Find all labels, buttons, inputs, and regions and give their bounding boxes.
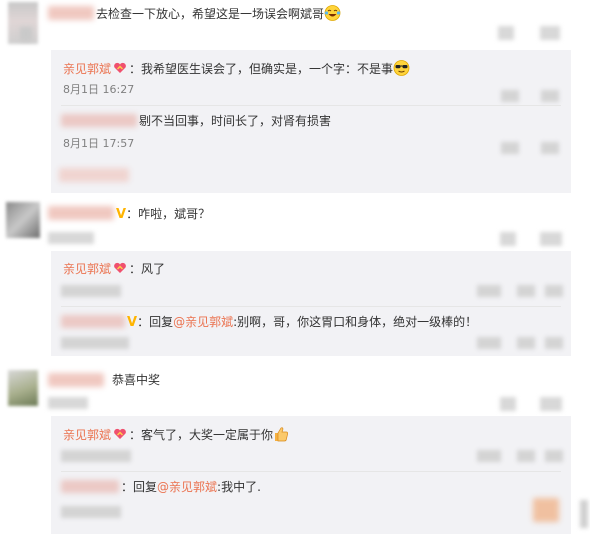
- blurred-placeholder: [541, 142, 559, 154]
- reply-text: 亲见郭斌 ：客气了，大奖一定属于你: [63, 426, 289, 443]
- blurred-placeholder: [580, 500, 588, 528]
- blurred-placeholder: [540, 232, 562, 246]
- reply-panel: 亲见郭斌 ：风了 V：回复@亲见郭斌:别啊，哥，你这胃口和身体，绝对一级棒的！: [51, 251, 571, 356]
- reply-author[interactable]: 亲见郭斌: [63, 62, 111, 76]
- blurred-placeholder: [48, 232, 94, 244]
- reply-author[interactable]: 亲见郭斌: [63, 428, 111, 442]
- blurred-placeholder: [545, 337, 563, 349]
- reply-body: ：风了: [129, 262, 166, 276]
- laughing-emoji-icon: [324, 5, 341, 21]
- blurred-placeholder: [545, 285, 563, 297]
- comment-body: 去检查一下放心，希望这是一场误会啊斌哥: [96, 7, 325, 21]
- blurred-placeholder: [61, 337, 129, 349]
- divider: [61, 306, 561, 307]
- username[interactable]: [48, 206, 114, 220]
- blurred-placeholder: [541, 90, 559, 102]
- username[interactable]: [48, 373, 104, 387]
- reply-body: ：我希望医生误会了，但确实是，一个字：不是事: [129, 62, 394, 76]
- blurred-placeholder: [517, 285, 535, 297]
- mention-link[interactable]: @亲见郭斌: [157, 480, 217, 494]
- reply-body: ：回复: [137, 315, 174, 329]
- blurred-placeholder: [20, 27, 32, 41]
- username[interactable]: [61, 480, 119, 493]
- reply-body-after: :我中了.: [217, 480, 261, 494]
- blurred-placeholder: [48, 397, 88, 409]
- heart-badge-icon: [114, 428, 126, 439]
- reply-panel: 亲见郭斌 ：客气了，大奖一定属于你 ：回复@亲见郭斌:我中了.: [51, 416, 571, 534]
- reply-body: 剔不当回事，时间长了，对肾有损害: [139, 114, 332, 128]
- divider: [61, 105, 561, 106]
- blurred-placeholder: [540, 26, 560, 40]
- blurred-placeholder: [61, 450, 131, 462]
- avatar[interactable]: [6, 202, 40, 238]
- heart-badge-icon: [114, 262, 126, 273]
- divider: [61, 471, 561, 472]
- reply-text: 亲见郭斌 ：我希望医生误会了，但确实是，一个字：不是事: [63, 60, 410, 77]
- reply-text: 剔不当回事，时间长了，对肾有损害: [139, 113, 331, 129]
- username[interactable]: [61, 315, 125, 328]
- blurred-placeholder: [501, 90, 519, 102]
- reply-text: ：回复@亲见郭斌:我中了.: [121, 479, 261, 495]
- reply-body: ：回复: [121, 480, 158, 494]
- reply-author[interactable]: 亲见郭斌: [63, 262, 111, 276]
- comment-body: 恭喜中奖: [112, 373, 161, 387]
- avatar[interactable]: [8, 370, 38, 406]
- reply-time: 8月1日 16:27: [63, 83, 135, 96]
- verified-v-icon: V: [116, 207, 127, 222]
- blurred-placeholder: [59, 168, 129, 182]
- comment-text: 去检查一下放心，希望这是一场误会啊斌哥: [96, 5, 341, 22]
- comment-text: 恭喜中奖: [112, 372, 160, 388]
- reply-time: 8月1日 17:57: [63, 137, 135, 150]
- verified-v-icon: V: [127, 315, 138, 330]
- blurred-placeholder: [533, 498, 559, 522]
- blurred-placeholder: [61, 506, 121, 518]
- blurred-placeholder: [517, 337, 535, 349]
- blurred-placeholder: [61, 285, 121, 297]
- reply-body: ：客气了，大奖一定属于你: [129, 428, 274, 442]
- blurred-placeholder: [477, 285, 501, 297]
- comment-text: V：咋啦，斌哥？: [116, 206, 210, 223]
- thumbs-up-emoji-icon: [275, 427, 289, 442]
- reply-text: V：回复@亲见郭斌:别啊，哥，你这胃口和身体，绝对一级棒的！: [127, 314, 477, 331]
- heart-badge-icon: [114, 62, 126, 73]
- blurred-placeholder: [500, 397, 516, 411]
- reply-body-after: :别啊，哥，你这胃口和身体，绝对一级棒的！: [233, 315, 478, 329]
- blurred-placeholder: [477, 450, 501, 462]
- blurred-placeholder: [501, 142, 519, 154]
- username[interactable]: [61, 114, 137, 127]
- sunglasses-emoji-icon: [393, 60, 410, 76]
- reply-panel: 亲见郭斌 ：我希望医生误会了，但确实是，一个字：不是事 8月1日 16:27 剔不…: [51, 50, 571, 193]
- blurred-placeholder: [540, 397, 562, 411]
- username[interactable]: [48, 6, 94, 20]
- blurred-placeholder: [500, 232, 516, 246]
- comment-body: ：咋啦，斌哥？: [126, 207, 211, 221]
- blurred-placeholder: [517, 450, 535, 462]
- blurred-placeholder: [498, 26, 514, 40]
- blurred-placeholder: [545, 450, 563, 462]
- mention-link[interactable]: @亲见郭斌: [173, 315, 233, 329]
- reply-text: 亲见郭斌 ：风了: [63, 261, 165, 277]
- blurred-placeholder: [477, 337, 501, 349]
